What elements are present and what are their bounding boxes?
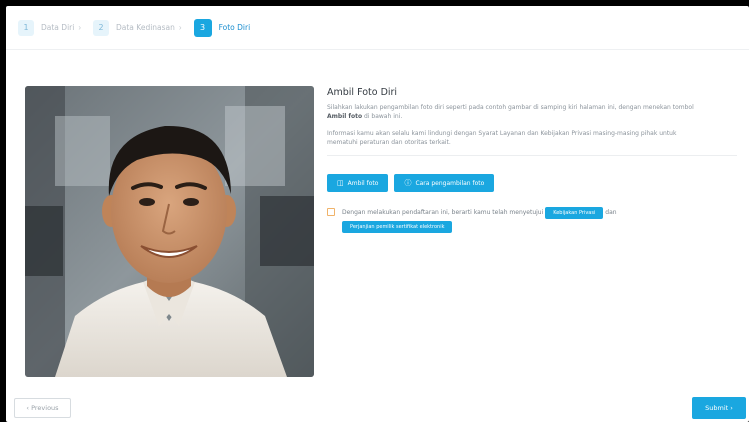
step-label: Data Kedinasan xyxy=(116,23,175,32)
step-number: 1 xyxy=(18,19,34,36)
step-number: 2 xyxy=(93,19,109,36)
privacy-policy-link[interactable]: Kebijakan Privasi xyxy=(545,206,604,219)
step-label: Foto Diri xyxy=(218,23,251,32)
section-title: Ambil Foto Diri xyxy=(327,87,398,98)
step-foto-diri[interactable]: 3 Foto Diri xyxy=(193,18,251,37)
camera-icon: ◫ xyxy=(337,179,344,187)
info-icon: ⓘ xyxy=(404,179,412,187)
agreement-checkbox[interactable] xyxy=(327,208,335,216)
example-photo xyxy=(25,86,314,377)
step-number: 3 xyxy=(193,18,212,37)
step-label: Data Diri xyxy=(41,23,75,32)
chevron-right-icon: › xyxy=(78,23,81,32)
step-data-kedinasan[interactable]: 2 Data Kedinasan › xyxy=(93,19,182,36)
step-data-diri[interactable]: 1 Data Diri › xyxy=(18,19,81,36)
agreement-row: Dengan melakukan pendaftaran ini, berart… xyxy=(327,206,737,234)
take-photo-button[interactable]: ◫ Ambil foto xyxy=(327,174,389,192)
stepper: 1 Data Diri › 2 Data Kedinasan › 3 Foto … xyxy=(6,6,749,50)
person-photo-icon xyxy=(25,86,314,377)
how-to-button[interactable]: ⓘ Cara pengambilan foto xyxy=(394,174,495,192)
registration-frame: 1 Data Diri › 2 Data Kedinasan › 3 Foto … xyxy=(6,6,749,422)
photo-panel: Ambil Foto Diri Silahkan lakukan pengamb… xyxy=(327,86,737,234)
submit-button[interactable]: Submit › xyxy=(692,397,746,419)
action-buttons: ◫ Ambil foto ⓘ Cara pengambilan foto xyxy=(327,174,737,192)
instruction-text: Silahkan lakukan pengambilan foto diri s… xyxy=(327,104,694,120)
certificate-agreement-link[interactable]: Perjanjian pemilik sertifikat elektronik xyxy=(342,220,453,233)
divider xyxy=(327,155,737,156)
privacy-info-text: Informasi kamu akan selalu kami lindungi… xyxy=(327,130,677,146)
previous-button[interactable]: ‹ Previous xyxy=(14,398,71,418)
chevron-right-icon: › xyxy=(178,23,182,32)
agreement-text: Dengan melakukan pendaftaran ini, berart… xyxy=(342,206,702,234)
